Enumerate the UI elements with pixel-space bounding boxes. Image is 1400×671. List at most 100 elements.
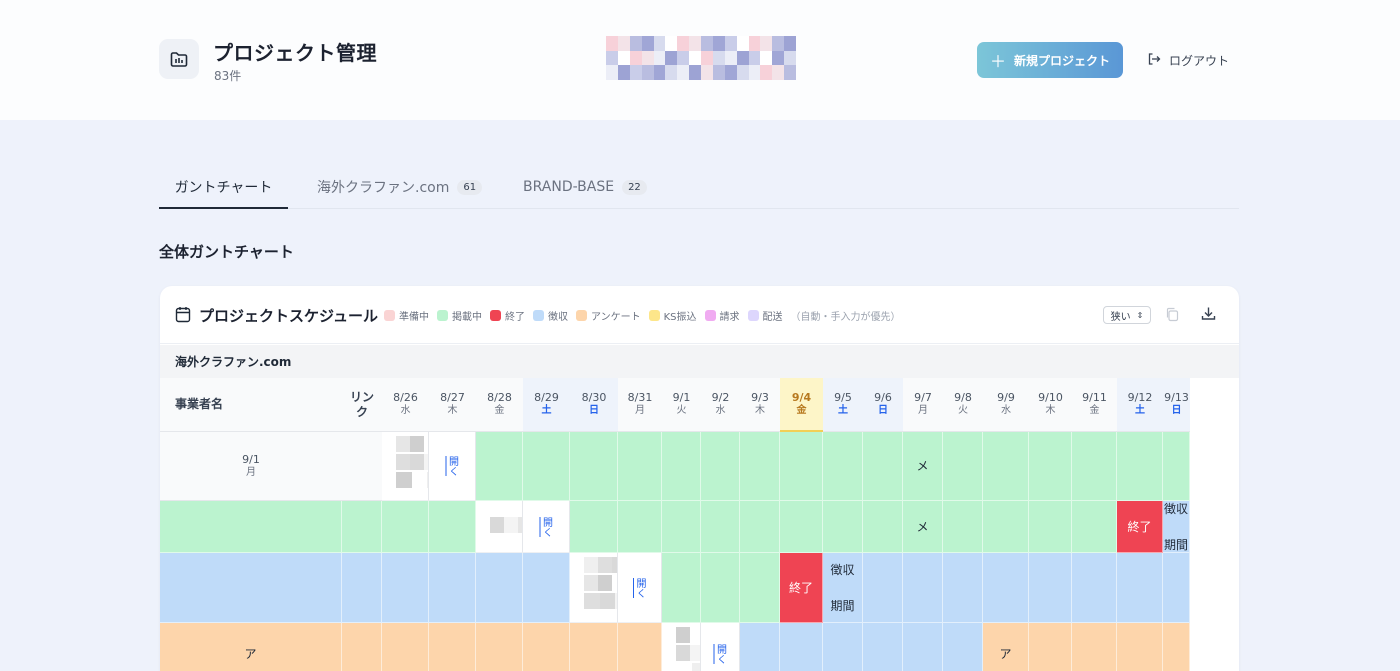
- tab-gantt-chart[interactable]: ガントチャート: [159, 166, 288, 209]
- gantt-cell-pub: [943, 432, 983, 501]
- open-link-cell: 開く: [701, 623, 740, 671]
- date-column-header: 9/1 火: [662, 378, 701, 432]
- mosaic-pixel: [606, 50, 618, 66]
- open-link[interactable]: 開く: [632, 578, 647, 598]
- weekday-label: 木: [1045, 405, 1056, 417]
- open-link[interactable]: 開く: [445, 456, 460, 476]
- mosaic-pixel: [598, 557, 613, 573]
- gantt-cell-pub: [1163, 432, 1190, 501]
- tab-label: 海外クラファン.com: [317, 180, 450, 196]
- mosaic-pixel: [676, 645, 691, 661]
- mosaic-pixel: [760, 65, 773, 80]
- mosaic-pixel: [411, 472, 428, 488]
- schedule-card: プロジェクトスケジュール 準備中 掲載中 終了 徴収 アンケート KS振込 請求 配送 （自動・…: [160, 286, 1239, 671]
- gantt-cell-end: 終了: [780, 553, 823, 623]
- mosaic-pixel: [760, 50, 773, 66]
- mosaic-pixel: [772, 65, 785, 80]
- gantt-cell-pub: [863, 432, 903, 501]
- gantt-cell-pub: [780, 501, 823, 553]
- mosaic-pixel: [712, 50, 725, 66]
- gantt-cell-col: [903, 623, 943, 671]
- project-count: 83件: [214, 69, 242, 83]
- gantt-cell-label: 期間: [830, 598, 855, 613]
- tab-kaigai-crowdfunding[interactable]: 海外クラファン.com 61: [317, 166, 483, 208]
- weekday-label: 日: [1171, 405, 1182, 417]
- gantt-cell-pub: [1072, 432, 1117, 501]
- mosaic-pixel: [736, 65, 749, 80]
- mosaic-bar: [676, 645, 700, 661]
- weekday-label: 土: [1135, 405, 1145, 417]
- gantt-cell-pub: [662, 501, 701, 553]
- legend-label: 請求: [719, 312, 740, 323]
- date-column-header: 9/7 月: [903, 378, 943, 432]
- date-column-header: 9/11 金: [1072, 378, 1117, 432]
- tab-brand-base[interactable]: BRAND-BASE 22: [523, 166, 647, 208]
- mosaic-pixel: [677, 36, 690, 51]
- gantt-cell-survey: [523, 623, 570, 671]
- logout-label: ログアウト: [1169, 53, 1230, 68]
- column-header-business-name: 事業者名: [160, 378, 342, 432]
- gantt-cell-pub: メ: [903, 432, 943, 501]
- legend-swatch: [648, 310, 660, 321]
- legend-swatch: [490, 310, 501, 321]
- mosaic-pixel: [629, 36, 642, 51]
- date-column-header: 9/3 木: [740, 378, 780, 432]
- tab-count-badge: 61: [457, 179, 483, 195]
- gantt-cell-survey: [429, 623, 476, 671]
- date-column-header: 9/13 日: [1163, 378, 1190, 432]
- mosaic-pixel: [677, 65, 690, 80]
- mosaic-bar: [676, 627, 700, 643]
- open-link-cell: 開く: [523, 501, 570, 553]
- gantt-cell-pub: [943, 501, 983, 553]
- weekday-label: 金: [494, 405, 505, 417]
- new-project-button[interactable]: ＋ 新規プロジェクト: [977, 42, 1123, 78]
- mosaic-bar: [584, 593, 617, 609]
- open-link[interactable]: 開く: [539, 517, 554, 537]
- logout-button[interactable]: ログアウト: [1147, 48, 1229, 72]
- date-column-header: 9/4 金: [780, 378, 823, 432]
- weekday-label: 木: [755, 405, 765, 417]
- date-label: 9/13: [1164, 391, 1189, 405]
- gantt-cell-pub: [662, 553, 701, 623]
- business-name-redacted: [570, 553, 618, 623]
- gantt-cell-pub: [740, 553, 780, 623]
- mosaic-pixel: [584, 575, 599, 591]
- mosaic-pixel: [724, 36, 737, 51]
- mosaic-pixel: [584, 593, 600, 609]
- row-density-select[interactable]: 狭い ⇕: [1103, 306, 1151, 324]
- weekday-label: 月: [635, 405, 645, 417]
- legend-label: 準備中: [399, 312, 429, 323]
- mosaic-pixel: [629, 65, 642, 80]
- gantt-cell-col: [863, 553, 903, 623]
- date-column-header: 8/26 水: [382, 378, 429, 432]
- mosaic-pixel: [784, 65, 796, 80]
- mosaic-pixel: [617, 36, 630, 51]
- legend-label: 徴収: [548, 312, 568, 323]
- mosaic-bar: [490, 517, 522, 533]
- date-label: 8/27: [440, 391, 465, 405]
- calendar-icon: [175, 306, 191, 327]
- gantt-cell-survey: [570, 623, 618, 671]
- mosaic-pixel: [690, 645, 700, 661]
- gantt-cell-overflow: [618, 623, 662, 671]
- business-name-redacted: [476, 501, 523, 553]
- legend-label: KS振込: [663, 312, 697, 323]
- mosaic-pixel: [772, 50, 785, 66]
- legend-label: 掲載中: [452, 312, 482, 323]
- date-column-header: 9/9 水: [983, 378, 1029, 432]
- mosaic-bar: [396, 436, 428, 452]
- date-column-header: 9/12 土: [1117, 378, 1163, 432]
- download-icon[interactable]: [1201, 306, 1216, 325]
- user-name-redacted: [606, 36, 796, 80]
- legend-item: KS振込: [648, 308, 697, 323]
- mosaic-pixel: [724, 50, 737, 66]
- gantt-cell-label: メ: [916, 519, 929, 534]
- mosaic-pixel: [701, 65, 713, 80]
- gantt-cell-pub: [382, 501, 429, 553]
- mosaic-pixel: [490, 517, 505, 533]
- date-column-header: 9/5 土: [823, 378, 863, 432]
- gantt-cell-col: [903, 553, 943, 623]
- copy-icon[interactable]: [1165, 307, 1179, 326]
- open-link-cell: 開く: [618, 553, 662, 623]
- open-link[interactable]: 開く: [713, 644, 728, 664]
